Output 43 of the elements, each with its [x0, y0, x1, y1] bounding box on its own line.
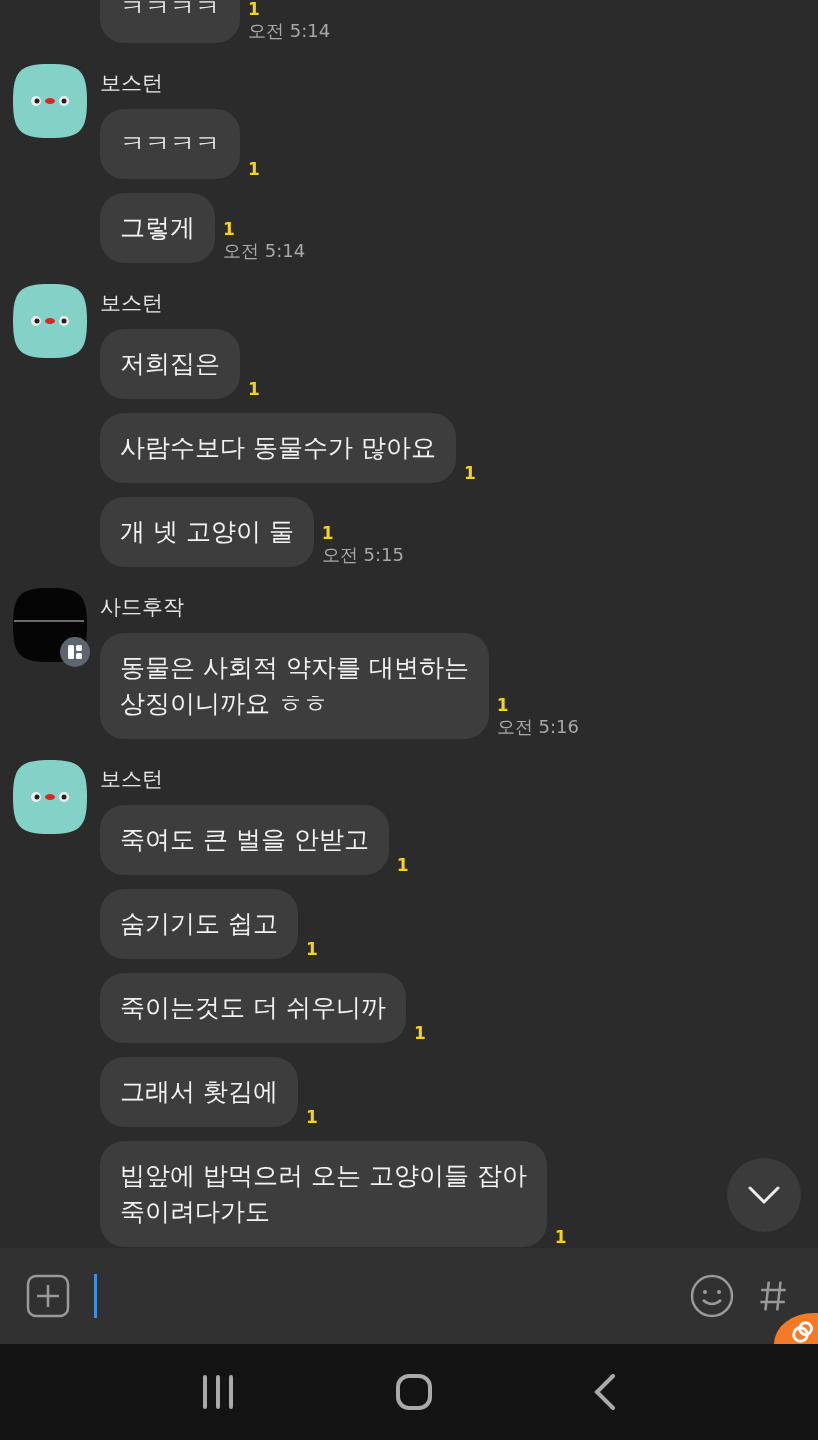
sender-name: 보스턴 — [100, 290, 164, 317]
chevron-down-icon — [747, 1185, 781, 1205]
sender-name: 사드후작 — [100, 594, 185, 621]
message-bubble[interactable]: 동물은 사회적 약자를 대변하는 상징이니까요 ㅎㅎ — [100, 633, 489, 739]
home-button[interactable] — [396, 1374, 432, 1410]
message-bubble[interactable]: 죽여도 큰 벌을 안받고 — [100, 805, 389, 875]
message-time: 오전 5:14 — [248, 19, 331, 43]
unread-count: 1 — [396, 855, 409, 875]
unread-count: 1 — [248, 0, 260, 19]
rings-icon — [792, 1320, 814, 1343]
unread-count: 1 — [305, 939, 318, 959]
unread-count: 1 — [496, 695, 509, 715]
message-bubble[interactable]: 빕앞에 밥먹으러 오는 고양이들 잡아 죽이려다가도 — [100, 1141, 547, 1247]
add-button[interactable] — [26, 1274, 70, 1318]
unread-count: 1 — [305, 1107, 318, 1127]
avatar-icon[interactable] — [12, 283, 88, 359]
message-bubble[interactable]: 개 넷 고양이 둘 — [100, 497, 314, 567]
unread-count: 1 — [463, 463, 476, 483]
message-bubble[interactable]: 숨기기도 쉽고 — [100, 889, 298, 959]
recent-apps-button[interactable] — [200, 1375, 235, 1409]
unread-count: 1 — [554, 1227, 567, 1247]
message-bubble[interactable]: 죽이는것도 더 쉬우니까 — [100, 973, 406, 1043]
unread-count: 1 — [248, 379, 260, 399]
avatar-icon[interactable] — [12, 63, 88, 139]
message-bubble[interactable]: ㅋㅋㅋㅋ — [100, 109, 240, 179]
unread-count: 1 — [223, 219, 235, 239]
hashtag-button[interactable] — [758, 1280, 788, 1312]
message-bubble[interactable]: 그래서 홧김에 — [100, 1057, 298, 1127]
message-bubble[interactable]: ㅋㅋㅋㅋ — [100, 0, 240, 43]
unread-count: 1 — [321, 523, 334, 543]
message-bubble[interactable]: 그렇게 — [100, 193, 215, 263]
unread-count: 1 — [413, 1023, 426, 1043]
message-time: 오전 5:15 — [321, 543, 404, 567]
message-bubble[interactable]: 사람수보다 동물수가 많아요 — [100, 413, 456, 483]
unread-count: 1 — [248, 159, 260, 179]
sender-name: 보스턴 — [100, 70, 164, 97]
message-time: 오전 5:16 — [496, 715, 579, 739]
message-time: 오전 5:14 — [223, 239, 306, 263]
back-button[interactable] — [593, 1374, 618, 1410]
sender-name: 보스턴 — [100, 766, 164, 793]
avatar-icon[interactable] — [12, 759, 88, 835]
message-bubble[interactable]: 저희집은 — [100, 329, 240, 399]
emoji-button[interactable] — [690, 1274, 734, 1318]
